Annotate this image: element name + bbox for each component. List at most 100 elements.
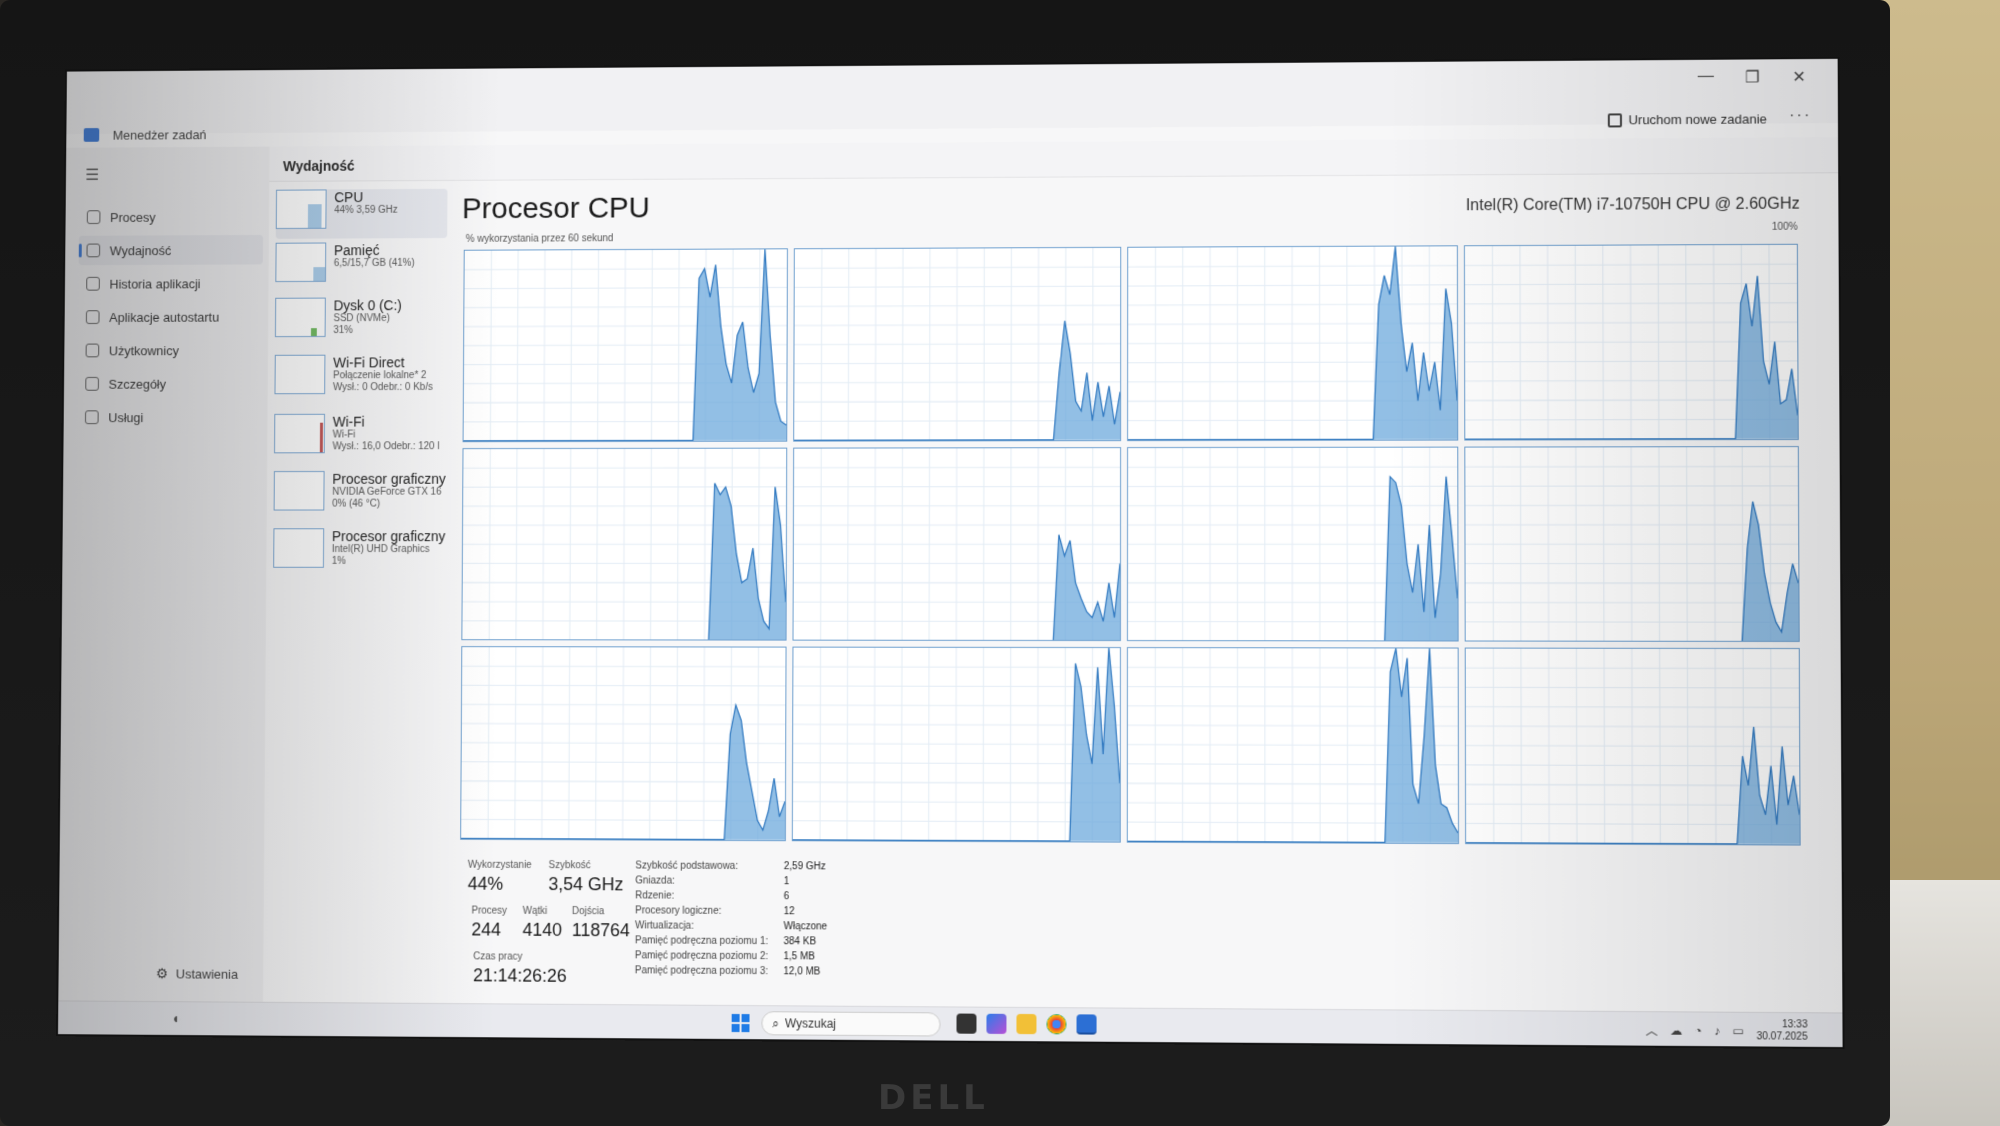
device-cpu[interactable]: CPU 44% 3,59 GHz xyxy=(276,189,448,239)
device-wifi-direct[interactable]: Wi-Fi Direct Połączenie lokalne* 2 Wysł.: … xyxy=(274,354,446,404)
wifi-thumbnail xyxy=(274,414,325,454)
handles-value: 118764 xyxy=(572,920,630,941)
nav-item-app-history[interactable]: Historia aplikacji xyxy=(78,268,262,298)
nav-item-startup-apps[interactable]: Aplikacje autostartu xyxy=(78,302,262,332)
device-gpu-nvidia[interactable]: Procesor graficzny NVIDIA GeForce GTX 16 0… xyxy=(274,471,446,521)
cpu-usage-svg xyxy=(464,249,787,441)
nav-item-details[interactable]: Szczegóły xyxy=(77,369,262,399)
more-options-button[interactable]: ··· xyxy=(1789,107,1811,125)
gridline xyxy=(1576,649,1577,844)
time: 13:33 xyxy=(1756,1019,1807,1032)
nav-item-users[interactable]: Użytkownicy xyxy=(78,335,263,365)
services-icon xyxy=(85,410,99,424)
disk-thumbnail xyxy=(275,298,326,338)
gridline xyxy=(1714,245,1715,439)
gridline xyxy=(596,648,597,840)
start-button[interactable] xyxy=(732,1014,750,1032)
gridline xyxy=(1658,245,1659,439)
close-button[interactable]: ✕ xyxy=(1779,67,1820,91)
speed-label: Szybkość xyxy=(549,860,591,871)
onedrive-icon[interactable]: ☁ xyxy=(1670,1023,1682,1037)
cpu-stats: Wykorzystanie 44% Szybkość 3,54 GHz Proc… xyxy=(467,860,1465,996)
gpu-intel-thumbnail xyxy=(273,528,324,568)
info-key: Gniazda: xyxy=(635,875,675,886)
task-manager-taskbar-icon[interactable] xyxy=(1077,1014,1097,1034)
gridline xyxy=(821,448,822,640)
run-new-task-button[interactable]: Uruchom nowe zadanie xyxy=(1608,111,1767,127)
info-value: 12 xyxy=(784,906,795,917)
gridline xyxy=(1548,246,1549,439)
device-detail: NVIDIA GeForce GTX 16 xyxy=(332,487,445,498)
device-detail: Połączenie lokalne* 2 xyxy=(333,370,433,382)
gridline xyxy=(570,449,571,640)
info-key: Pamięć podręczna poziomu 3: xyxy=(635,965,768,977)
gridline xyxy=(1715,649,1716,844)
info-key: Pamięć podręczna poziomu 1: xyxy=(635,935,768,947)
startup-icon xyxy=(86,310,100,324)
gridline xyxy=(875,448,876,640)
new-task-icon xyxy=(1608,113,1622,127)
file-explorer-icon[interactable] xyxy=(1016,1014,1036,1034)
device-name: Procesor graficzny xyxy=(332,528,445,544)
threads-label: Wątki xyxy=(523,906,548,917)
wifi-icon[interactable]: ◔ xyxy=(1695,1024,1702,1038)
chrome-icon[interactable] xyxy=(1046,1014,1066,1034)
nav-item-label: Historia aplikacji xyxy=(109,276,200,291)
gridline xyxy=(651,250,652,441)
gridline xyxy=(489,449,490,640)
gridline xyxy=(847,648,848,840)
logical-processor-grid xyxy=(460,244,1801,846)
taskbar-search[interactable]: ⌕ Wyszukaj xyxy=(761,1011,940,1036)
clock[interactable]: 13:33 30.07.2025 xyxy=(1756,1019,1807,1044)
gridline xyxy=(597,449,598,640)
gridline xyxy=(874,648,875,841)
cpu-usage-svg xyxy=(793,448,1120,641)
minimize-button[interactable]: — xyxy=(1686,68,1727,92)
device-memory[interactable]: Pamięć 6,5/15,7 GB (41%) xyxy=(275,242,447,292)
chart-label: % wykorzystania przez 60 sekund xyxy=(466,233,614,245)
cpu-usage-svg xyxy=(1128,447,1458,641)
gridline xyxy=(624,449,625,640)
wifi-direct-thumbnail xyxy=(274,355,325,395)
device-detail: 0% (46 °C) xyxy=(332,498,445,509)
logical-processor-chart xyxy=(1127,446,1459,642)
details-icon xyxy=(85,377,99,391)
gridline xyxy=(517,250,518,440)
chevron-up-icon[interactable]: ︿ xyxy=(1646,1022,1658,1039)
gridline xyxy=(821,249,822,440)
gridline xyxy=(571,250,572,440)
settings-button[interactable]: ⚙ Ustawienia xyxy=(156,965,238,982)
volume-icon[interactable]: ♪ xyxy=(1714,1024,1720,1038)
logical-processor-chart xyxy=(463,248,788,442)
handles-label: Dojścia xyxy=(572,906,604,917)
nav-item-label: Aplikacje autostartu xyxy=(109,309,219,324)
device-detail: Intel(R) UHD Graphics xyxy=(332,544,445,555)
device-detail: Wysł.: 0 Odebr.: 0 Kb/s xyxy=(333,382,433,394)
info-key: Rdzenie: xyxy=(635,890,674,901)
gridline xyxy=(650,648,651,840)
maximize-button[interactable]: ❐ xyxy=(1732,67,1773,91)
hamburger-menu-icon[interactable]: ☰ xyxy=(85,165,99,185)
battery-icon[interactable]: ▭ xyxy=(1733,1024,1745,1038)
gridline xyxy=(820,648,821,840)
gridline xyxy=(1575,246,1576,439)
logical-processor-chart xyxy=(1464,446,1799,643)
logical-processor-chart xyxy=(793,247,1121,442)
logical-processor-chart xyxy=(1127,647,1459,844)
device-detail: SSD (NVMe) xyxy=(333,313,401,325)
nav-item-processes[interactable]: Procesy xyxy=(79,202,263,232)
device-gpu-intel[interactable]: Procesor graficzny Intel(R) UHD Graphics 1… xyxy=(273,528,445,577)
copilot-icon[interactable] xyxy=(986,1014,1006,1034)
processes-label: Procesy xyxy=(471,906,507,917)
cpu-model: Intel(R) Core(TM) i7-10750H CPU @ 2.60GH… xyxy=(1466,196,1800,216)
search-placeholder: Wyszukaj xyxy=(785,1016,836,1030)
widgets-icon[interactable]: ◐ xyxy=(173,1010,181,1026)
logical-processor-chart xyxy=(460,646,786,841)
device-disk[interactable]: Dysk 0 (C:) SSD (NVMe) 31% xyxy=(275,297,447,347)
device-wifi[interactable]: Wi-Fi Wi-Fi Wysł.: 16,0 Odebr.: 120 l xyxy=(274,414,446,464)
device-detail: 1% xyxy=(332,556,445,567)
task-view-icon[interactable] xyxy=(956,1014,976,1034)
gridline xyxy=(1687,649,1688,844)
nav-item-performance[interactable]: Wydajność xyxy=(79,235,263,265)
nav-item-services[interactable]: Usługi xyxy=(77,402,262,432)
